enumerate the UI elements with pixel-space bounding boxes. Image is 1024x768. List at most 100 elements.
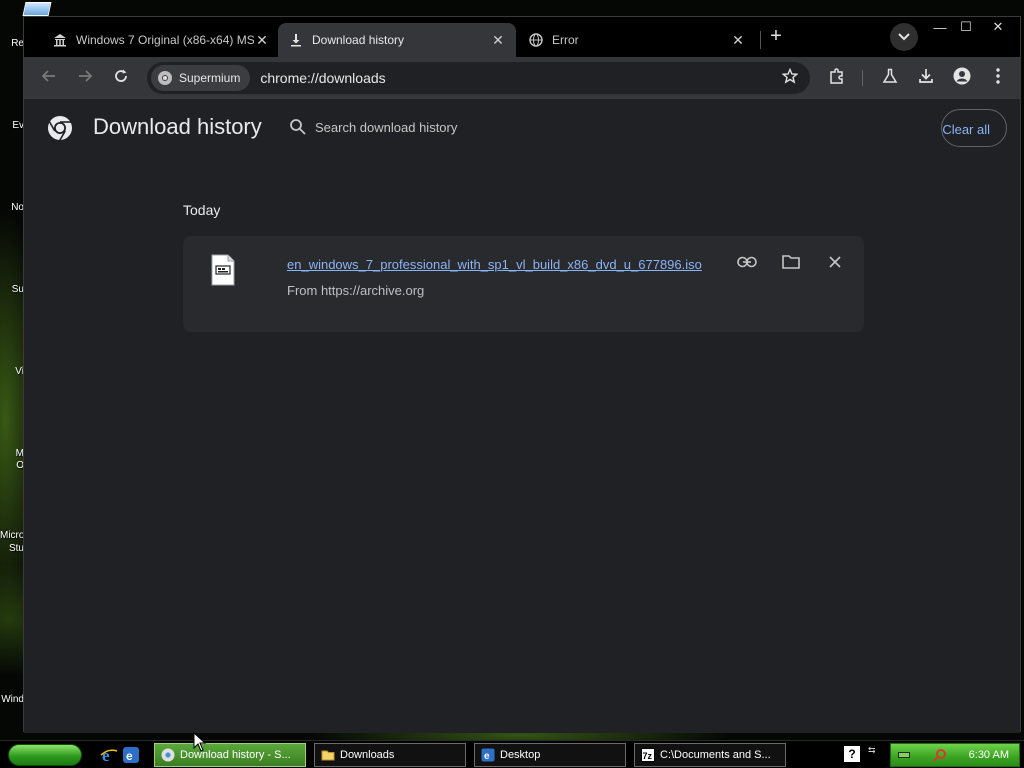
close-window-button[interactable]: ✕ bbox=[984, 17, 1012, 37]
desktop-shortcut-icon[interactable] bbox=[22, 2, 52, 16]
search-input[interactable] bbox=[315, 119, 875, 135]
taskbar-button-download-history[interactable]: Download history - S... bbox=[154, 743, 306, 767]
tab-download-history[interactable]: Download history ✕ bbox=[278, 23, 516, 57]
supermium-icon bbox=[157, 70, 173, 86]
tab-title: Error bbox=[552, 33, 579, 47]
taskbar: e e Download history - S... Downloads e … bbox=[0, 740, 1024, 768]
desktop-icon-label[interactable]: O bbox=[0, 460, 24, 471]
star-icon bbox=[781, 67, 799, 89]
downloads-button[interactable] bbox=[912, 64, 940, 92]
tray-overflow-icon[interactable]: ⇆ bbox=[868, 745, 876, 756]
arrow-right-icon bbox=[77, 68, 93, 89]
taskbar-button-desktop[interactable]: e Desktop bbox=[474, 743, 626, 767]
tab-search-button[interactable] bbox=[890, 23, 918, 51]
copy-link-button[interactable] bbox=[735, 252, 759, 276]
site-info-chip[interactable]: Supermium bbox=[151, 65, 251, 91]
tab-error[interactable]: Error ✕ bbox=[518, 23, 756, 57]
folder-icon bbox=[321, 748, 335, 762]
profile-button[interactable] bbox=[948, 64, 976, 92]
taskbar-button-label: Desktop bbox=[500, 749, 541, 761]
chrome-icon bbox=[161, 748, 175, 762]
kebab-menu-icon bbox=[996, 67, 1000, 89]
svg-text:e: e bbox=[126, 749, 133, 763]
tab-title: Download history bbox=[312, 33, 405, 47]
desktop-icon-label[interactable]: Vi bbox=[0, 366, 24, 377]
svg-text:e: e bbox=[102, 746, 110, 764]
bank-icon bbox=[52, 32, 68, 48]
search-tray-icon[interactable] bbox=[933, 748, 947, 762]
browser-window: Windows 7 Original (x86-x64) MSD ✕ Downl… bbox=[23, 16, 1021, 733]
desktop-icon-label[interactable]: Ev bbox=[0, 120, 24, 131]
date-section-label: Today bbox=[183, 202, 221, 218]
close-icon bbox=[829, 255, 841, 273]
link-icon bbox=[737, 255, 757, 273]
menu-button[interactable] bbox=[984, 64, 1012, 92]
avatar-icon bbox=[953, 67, 971, 90]
taskbar-button-label: Downloads bbox=[340, 749, 395, 761]
back-button[interactable] bbox=[35, 64, 63, 92]
extensions-button[interactable] bbox=[823, 64, 851, 92]
browser-toolbar: Supermium chrome://downloads bbox=[24, 57, 1020, 99]
minimize-button[interactable]: — bbox=[926, 17, 954, 37]
maximize-button[interactable]: ☐ bbox=[952, 17, 980, 37]
taskbar-button-downloads[interactable]: Downloads bbox=[314, 743, 466, 767]
tab-windows7-original[interactable]: Windows 7 Original (x86-x64) MSD ✕ bbox=[42, 23, 280, 57]
desktop-icon-label[interactable]: Re bbox=[0, 38, 24, 49]
site-chip-label: Supermium bbox=[179, 71, 241, 85]
chevron-down-icon bbox=[898, 28, 910, 46]
new-tab-button[interactable]: + bbox=[764, 25, 788, 49]
toolbar-divider bbox=[862, 70, 863, 86]
tab-separator bbox=[760, 31, 761, 49]
clear-all-button[interactable]: Clear all bbox=[941, 109, 1007, 147]
desktop-icon-label[interactable]: Stu bbox=[0, 543, 24, 554]
svg-text:7z: 7z bbox=[643, 751, 653, 761]
arrow-left-icon bbox=[41, 68, 57, 89]
clock[interactable]: 6:30 AM bbox=[969, 749, 1009, 761]
puzzle-icon bbox=[828, 67, 846, 90]
flask-icon bbox=[882, 68, 898, 89]
close-icon[interactable]: ✕ bbox=[730, 32, 746, 48]
bookmark-button[interactable] bbox=[776, 64, 804, 92]
labs-button[interactable] bbox=[876, 64, 904, 92]
svg-text:e: e bbox=[484, 751, 490, 762]
tab-title: Windows 7 Original (x86-x64) MSD bbox=[76, 33, 254, 47]
download-item: en_windows_7_professional_with_sp1_vl_bu… bbox=[183, 236, 864, 332]
taskbar-button-7zip[interactable]: 7z C:\Documents and S... bbox=[634, 743, 786, 767]
download-icon bbox=[918, 68, 934, 89]
show-in-folder-button[interactable] bbox=[779, 252, 803, 276]
ie-alt-icon[interactable]: e bbox=[122, 746, 140, 764]
ie-icon: e bbox=[481, 748, 495, 762]
address-bar[interactable]: Supermium chrome://downloads bbox=[147, 62, 810, 94]
download-source: From https://archive.org bbox=[287, 283, 425, 298]
file-icon bbox=[211, 254, 235, 286]
desktop-icon-label[interactable]: Su bbox=[0, 284, 24, 295]
downloads-page: Download history Clear all Today bbox=[24, 99, 1020, 733]
desktop-icon-label[interactable]: No bbox=[0, 202, 24, 213]
desktop-icon-label[interactable]: Micro bbox=[0, 530, 24, 541]
search-icon bbox=[289, 118, 307, 136]
close-icon[interactable]: ✕ bbox=[254, 32, 270, 48]
search-download-history[interactable] bbox=[281, 109, 933, 145]
download-file-link[interactable]: en_windows_7_professional_with_sp1_vl_bu… bbox=[287, 257, 702, 272]
chrome-logo-icon bbox=[46, 114, 74, 142]
taskbar-button-label: C:\Documents and S... bbox=[660, 749, 771, 761]
start-button[interactable] bbox=[8, 744, 82, 766]
close-icon[interactable]: ✕ bbox=[490, 32, 506, 48]
remove-download-button[interactable] bbox=[823, 252, 847, 276]
desktop-icon-label[interactable]: M bbox=[0, 448, 24, 459]
desktop-icon-label[interactable]: Wind bbox=[0, 694, 24, 705]
folder-icon bbox=[782, 254, 800, 274]
reload-button[interactable] bbox=[107, 64, 135, 92]
url-text[interactable]: chrome://downloads bbox=[260, 70, 385, 86]
network-icon[interactable] bbox=[897, 748, 911, 762]
system-tray: 6:30 AM bbox=[890, 743, 1020, 767]
7zip-icon: 7z bbox=[641, 748, 655, 762]
page-title: Download history bbox=[93, 114, 262, 139]
download-icon bbox=[288, 32, 304, 48]
ie-icon[interactable]: e bbox=[100, 746, 118, 765]
reload-icon bbox=[113, 68, 129, 89]
page-header: Download history Clear all bbox=[24, 99, 1020, 157]
forward-button[interactable] bbox=[71, 64, 99, 92]
help-icon[interactable]: ? bbox=[844, 746, 860, 762]
tab-strip: Windows 7 Original (x86-x64) MSD ✕ Downl… bbox=[24, 17, 1020, 57]
